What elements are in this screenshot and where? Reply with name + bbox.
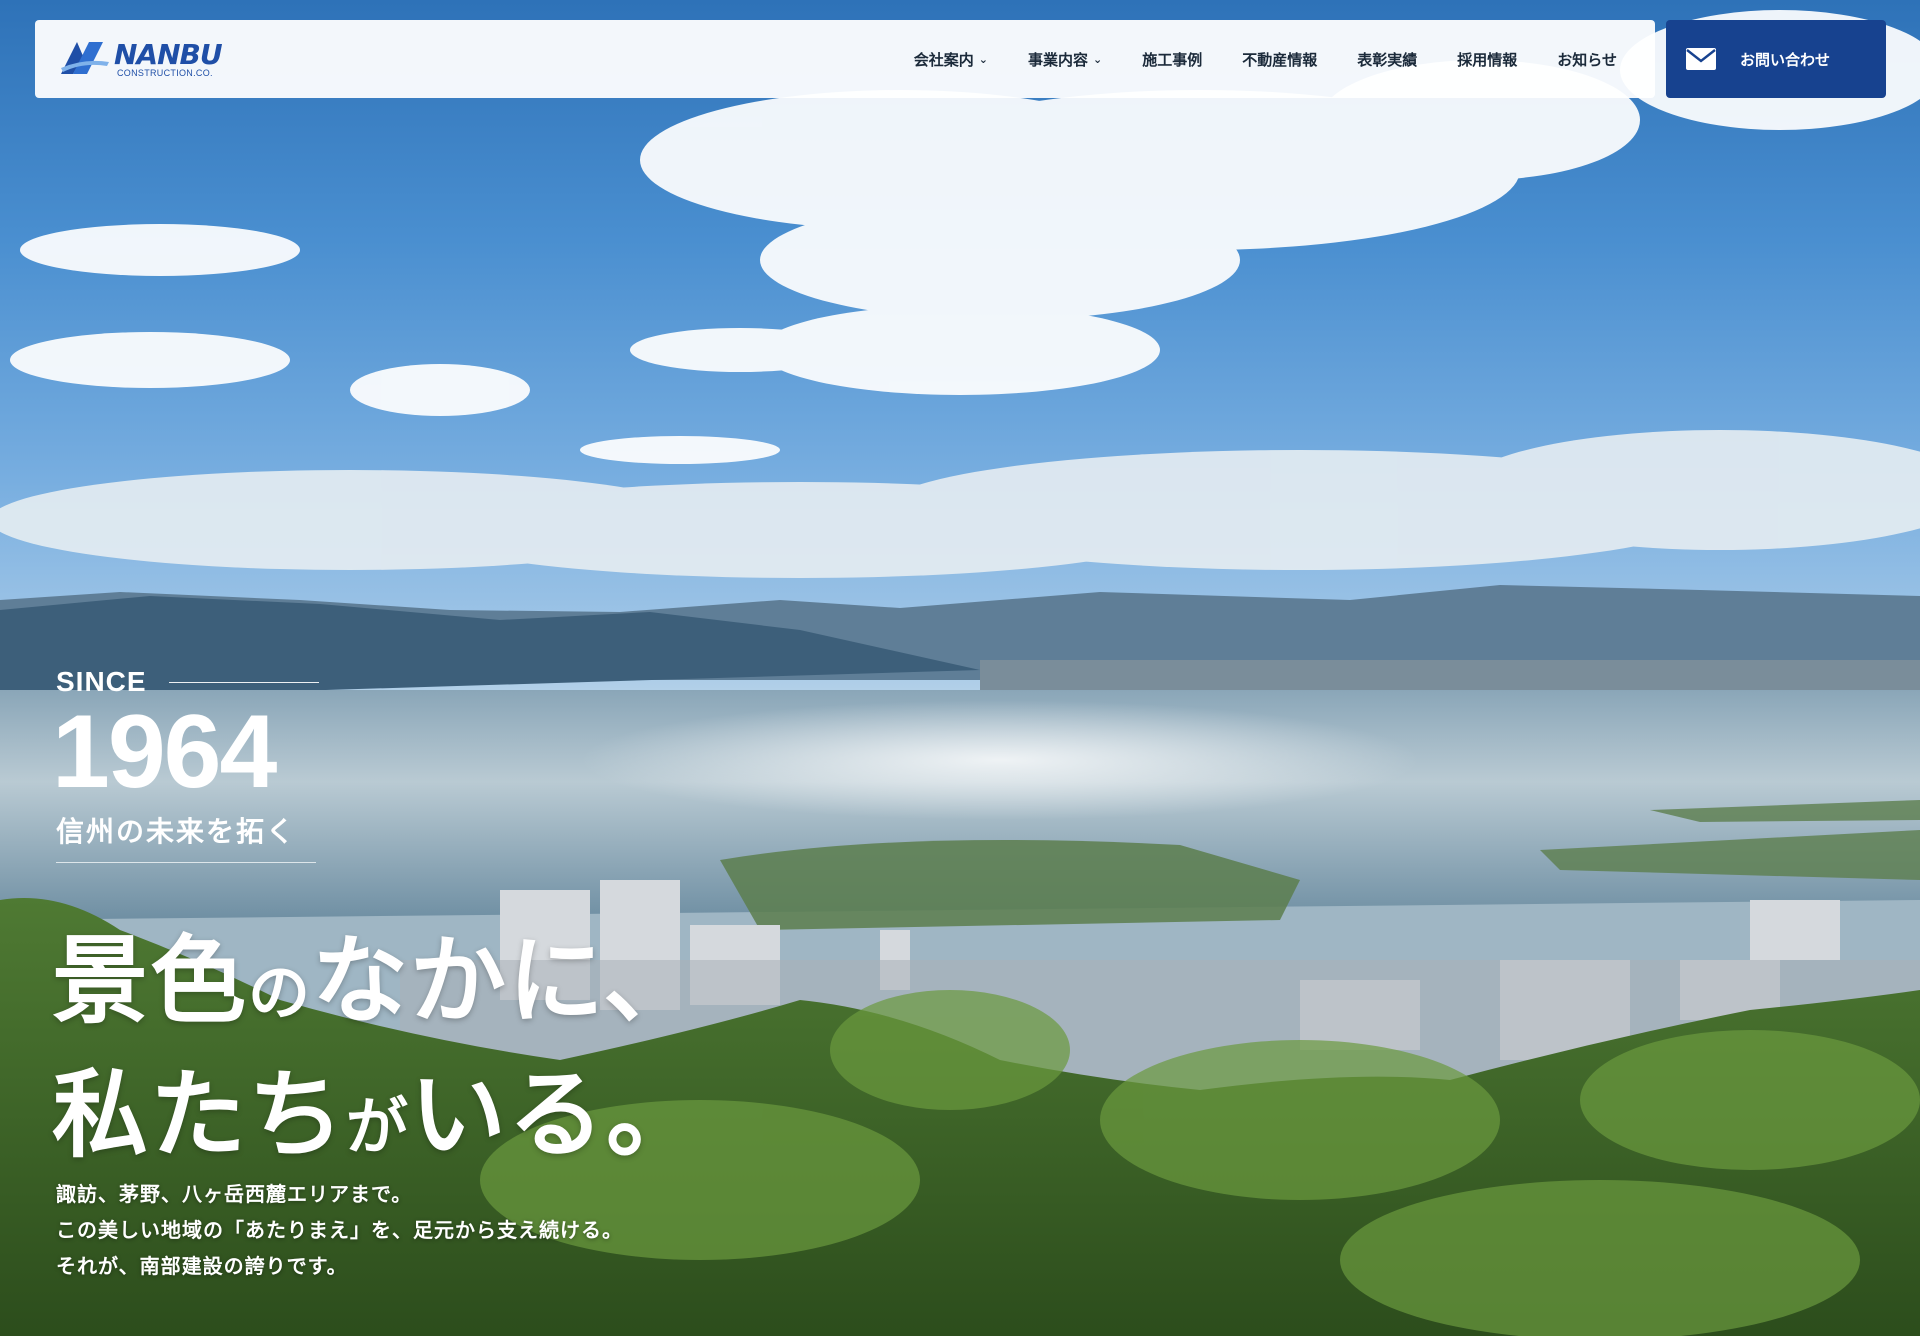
- headline-line-2: 私たちがいる。: [52, 1054, 704, 1188]
- nanbu-logo[interactable]: NANBU CONSTRUCTION.CO.: [59, 38, 229, 82]
- headline-particle: が: [346, 1090, 411, 1163]
- hero-tagline: 信州の未来を拓く: [56, 815, 297, 848]
- logo-wordmark: NANBU: [114, 38, 223, 71]
- body-line-2: この美しい地域の「あたりまえ」を、足元から支え続ける。: [56, 1218, 623, 1242]
- mail-icon: [1686, 48, 1716, 70]
- nav-label: 会社案内: [913, 50, 974, 69]
- main-nav: 会社案内 ⌄ 事業内容 ⌄ 施工事例 不動産情報 表彰実績 採用情報 お知らせ: [914, 20, 1617, 98]
- site-header: NANBU CONSTRUCTION.CO. 会社案内 ⌄ 事業内容 ⌄ 施工事…: [35, 20, 1655, 98]
- nav-label: お知らせ: [1557, 50, 1617, 69]
- founding-year: 1964: [52, 694, 277, 810]
- nav-label: 採用情報: [1457, 50, 1518, 69]
- nav-label: 事業内容: [1028, 50, 1089, 69]
- headline-text: 私たち: [52, 1059, 346, 1171]
- contact-label: お問い合わせ: [1740, 50, 1831, 69]
- nav-label: 表彰実績: [1357, 50, 1418, 69]
- logo-mark-icon: [61, 42, 109, 74]
- tagline-divider: [56, 862, 316, 863]
- headline-text: なかに、: [312, 925, 702, 1037]
- body-line-3: それが、南部建設の誇りです。: [56, 1254, 348, 1278]
- nav-item-works[interactable]: 施工事例: [1142, 49, 1202, 70]
- nav-label: 不動産情報: [1242, 50, 1318, 69]
- headline-line-1: 景色のなかに、: [52, 920, 704, 1054]
- headline-text: 景色: [52, 925, 248, 1037]
- nav-item-business[interactable]: 事業内容 ⌄: [1028, 49, 1102, 70]
- chevron-down-icon: ⌄: [1093, 52, 1103, 66]
- since-divider: [168, 681, 319, 683]
- nav-item-news[interactable]: お知らせ: [1557, 49, 1617, 70]
- headline-text: いる。: [410, 1059, 705, 1171]
- contact-button[interactable]: お問い合わせ: [1666, 20, 1886, 98]
- hero-headline: 景色のなかに、 私たちがいる。: [52, 920, 704, 1188]
- nav-label: 施工事例: [1142, 50, 1203, 69]
- chevron-down-icon: ⌄: [978, 52, 988, 66]
- logo-subtext: CONSTRUCTION.CO.: [117, 68, 213, 78]
- nav-item-realestate[interactable]: 不動産情報: [1242, 49, 1317, 70]
- nav-item-awards[interactable]: 表彰実績: [1357, 49, 1417, 70]
- nav-item-recruit[interactable]: 採用情報: [1457, 49, 1517, 70]
- hero-body: 諏訪、茅野、八ヶ岳西麓エリアまで。 この美しい地域の「あたりまえ」を、足元から支…: [56, 1176, 623, 1284]
- nav-item-company[interactable]: 会社案内 ⌄: [914, 49, 988, 70]
- body-line-1: 諏訪、茅野、八ヶ岳西麓エリアまで。: [56, 1182, 413, 1206]
- headline-particle: の: [248, 956, 313, 1029]
